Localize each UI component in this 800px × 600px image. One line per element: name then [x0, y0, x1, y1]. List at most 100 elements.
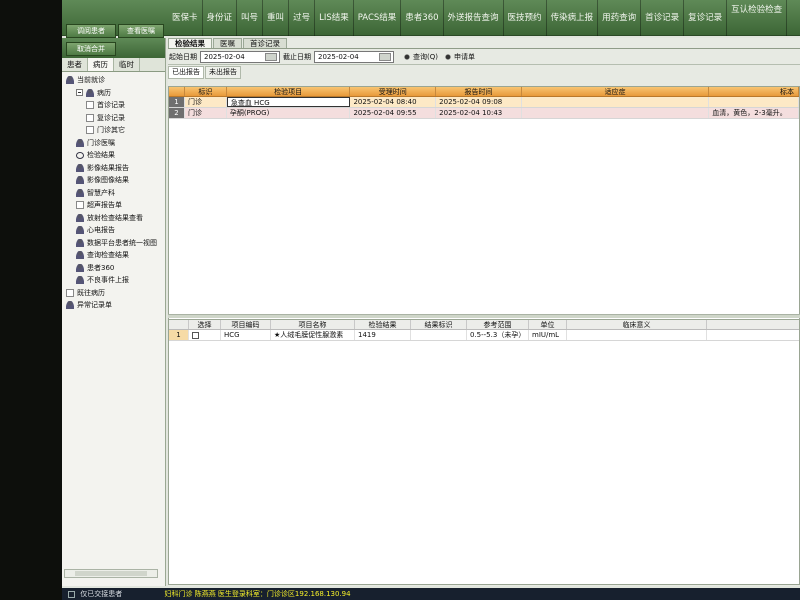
- doc-icon: [76, 201, 84, 210]
- menu-tech-appointment[interactable]: 医技预约: [504, 0, 547, 36]
- shield-doc-icon: [86, 101, 94, 110]
- row-number: 2: [169, 108, 185, 118]
- tab-lab-results[interactable]: 检验结果: [168, 38, 212, 48]
- col-item-code[interactable]: 项目编码: [221, 320, 271, 329]
- menu-first-visit-record[interactable]: 首诊记录: [641, 0, 685, 36]
- tree-item[interactable]: 首诊记录: [62, 99, 165, 112]
- col-indication[interactable]: 适应症: [522, 87, 710, 96]
- col-clinical-meaning[interactable]: 临床意义: [567, 320, 707, 329]
- view-order-button[interactable]: 查看医嘱: [118, 24, 164, 38]
- person-icon: [76, 226, 84, 235]
- menu-infectious-report[interactable]: 传染病上报: [547, 0, 599, 36]
- left-horizontal-scrollbar[interactable]: [64, 569, 158, 578]
- table-row[interactable]: 2 门诊 孕酮(PROG) 2025-02-04 09:55 2025-02-0…: [169, 108, 799, 119]
- col-unit[interactable]: 单位: [529, 320, 567, 329]
- tree-item[interactable]: 影像结果报告: [62, 162, 165, 175]
- menu-drug-query[interactable]: 用药查询: [598, 0, 642, 36]
- col-item[interactable]: 检验项目: [227, 87, 351, 96]
- menu-skip[interactable]: 过号: [289, 0, 316, 36]
- apply-form-button[interactable]: 申请单: [443, 52, 475, 62]
- main-panel: 检验结果 医嘱 首诊记录 起始日期 2025-02-04 截止日期 2025-0…: [168, 38, 800, 586]
- menu-id-card[interactable]: 身份证: [203, 0, 238, 36]
- tree-item[interactable]: 门诊其它: [62, 124, 165, 137]
- tab-reported[interactable]: 已出报告: [168, 65, 204, 79]
- handover-label: 仅已交接患者: [80, 590, 123, 598]
- tree-item[interactable]: 放射检查结果查看: [62, 212, 165, 225]
- menu-pacs-result[interactable]: PACS结果: [354, 0, 402, 36]
- menu-medical-card[interactable]: 医保卡: [168, 0, 203, 36]
- row-number: 1: [169, 330, 189, 340]
- row-report-time: 2025-02-04 10:43: [436, 108, 522, 118]
- col-result-flag[interactable]: 结果标识: [411, 320, 467, 329]
- row-indication: [522, 97, 710, 107]
- query-button[interactable]: 查询(Q): [403, 52, 438, 62]
- tab-patient[interactable]: 患者: [62, 58, 88, 71]
- lab-result-table: 选择 项目编码 项目名称 检验结果 结果标识 参考范围 单位 临床意义 1 HC…: [168, 319, 800, 585]
- select-checkbox[interactable]: [192, 331, 199, 339]
- lab-order-header: 标识 检验项目 受理时间 报告时间 适应症 标本: [169, 87, 799, 97]
- start-date-picker[interactable]: 2025-02-04: [200, 50, 280, 63]
- tree-item[interactable]: 不良事件上报: [62, 274, 165, 287]
- tab-orders[interactable]: 医嘱: [213, 38, 242, 48]
- tree-item[interactable]: 心电报告: [62, 224, 165, 237]
- tab-first-visit[interactable]: 首诊记录: [243, 38, 287, 48]
- tree-item[interactable]: 患者360: [62, 262, 165, 275]
- tree-item[interactable]: 复诊记录: [62, 112, 165, 125]
- status-bar: 仅已交接患者 妇科门诊 陈燕燕 医生登录科室：门诊诊区192.168.130.9…: [62, 588, 800, 600]
- tree-item[interactable]: 既往病历: [62, 287, 165, 300]
- tab-temporary[interactable]: 临时: [114, 58, 140, 71]
- row-clinical-meaning: [567, 330, 707, 340]
- row-select[interactable]: [189, 330, 221, 340]
- tree-item[interactable]: 影像图像结果: [62, 174, 165, 187]
- menu-call[interactable]: 叫号: [237, 0, 264, 36]
- row-specimen: 血清，黄色，2-3毫升。: [709, 108, 799, 118]
- start-date-value: 2025-02-04: [204, 52, 245, 61]
- col-result[interactable]: 检验结果: [355, 320, 411, 329]
- col-specimen[interactable]: 标本: [709, 87, 799, 96]
- tree-item[interactable]: 查询检查结果: [62, 249, 165, 262]
- apply-form-label: 申请单: [453, 52, 475, 61]
- row-item[interactable]: 急查血 HCG: [226, 97, 351, 107]
- menu-follow-up-record[interactable]: 复诊记录: [684, 0, 728, 36]
- tree-item[interactable]: 当前就诊: [62, 74, 165, 87]
- collapse-icon[interactable]: [76, 89, 83, 97]
- col-accept-time[interactable]: 受理时间: [350, 87, 437, 96]
- calendar-icon[interactable]: [265, 52, 277, 61]
- tree-item[interactable]: 超声报告单: [62, 199, 165, 212]
- tree-item-label: 首诊记录: [97, 101, 125, 109]
- person-icon: [76, 138, 84, 147]
- menu-mutual-recognition[interactable]: 互认检验检查: [727, 0, 788, 36]
- menu-external-report[interactable]: 外送报告查询: [444, 0, 504, 36]
- tree-item[interactable]: 异常记录单: [62, 299, 165, 312]
- person-icon: [76, 163, 84, 172]
- tab-unreported[interactable]: 未出报告: [205, 65, 241, 79]
- panel-splitter[interactable]: [168, 314, 800, 318]
- menu-recall[interactable]: 重叫: [263, 0, 290, 36]
- tab-medical-record[interactable]: 病历: [88, 58, 114, 71]
- col-item-name[interactable]: 项目名称: [271, 320, 355, 329]
- tree-item[interactable]: 数据平台患者统一视图: [62, 237, 165, 250]
- tree-item[interactable]: 检验结果: [62, 149, 165, 162]
- doc-icon: [86, 113, 94, 122]
- col-flag[interactable]: 标识: [185, 87, 227, 96]
- patient-call-button[interactable]: 调阅患者: [66, 24, 116, 38]
- table-row[interactable]: 1 HCG ★人绒毛膜促性腺激素 1419 0.5--5.3（未孕） mIU/m…: [169, 330, 799, 341]
- menu-patient360[interactable]: 患者360: [401, 0, 444, 36]
- tree-item[interactable]: 智慧产科: [62, 187, 165, 200]
- col-reference-range[interactable]: 参考范围: [467, 320, 529, 329]
- tree-item-label: 心电报告: [87, 226, 115, 234]
- tree-item[interactable]: 病历: [62, 87, 165, 100]
- col-select[interactable]: 选择: [189, 320, 221, 329]
- left-tabs: 患者 病历 临时: [62, 58, 165, 72]
- end-date-picker[interactable]: 2025-02-04: [314, 50, 394, 63]
- tree-item[interactable]: 门诊医嘱: [62, 137, 165, 150]
- table-row[interactable]: 1 门诊 急查血 HCG 2025-02-04 08:40 2025-02-04…: [169, 97, 799, 108]
- person-icon: [76, 251, 84, 260]
- row-item: 孕酮(PROG): [227, 108, 351, 118]
- row-reference-range: 0.5--5.3（未孕）: [467, 330, 529, 340]
- menu-lis-result[interactable]: LIS结果: [315, 0, 354, 36]
- cancel-merge-button-visible[interactable]: 取消合并: [66, 42, 116, 56]
- col-report-time[interactable]: 报告时间: [436, 87, 522, 96]
- calendar-icon[interactable]: [379, 52, 391, 61]
- handover-checkbox[interactable]: [68, 590, 75, 598]
